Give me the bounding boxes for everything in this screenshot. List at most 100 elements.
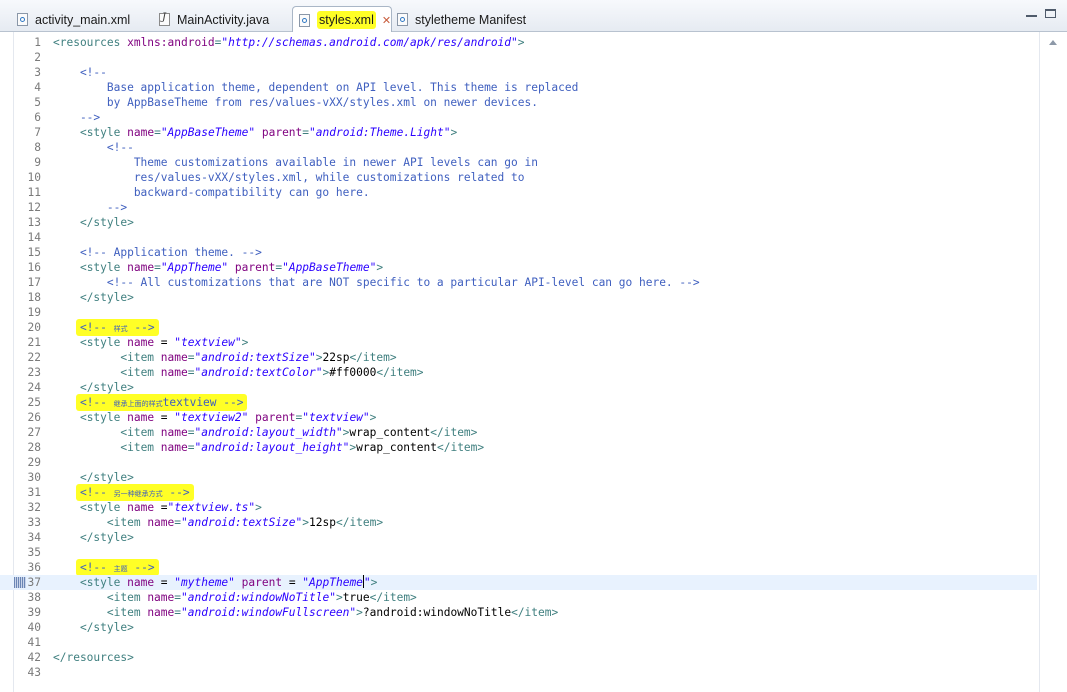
code-text: Theme customizations available in newer … xyxy=(53,156,538,169)
code-line[interactable]: 40 </style> xyxy=(0,620,1037,635)
xml-file-icon xyxy=(397,13,408,26)
code-line[interactable]: 19 xyxy=(0,305,1037,320)
code-line[interactable]: 11 backward-compatibility can go here. xyxy=(0,185,1037,200)
code-line[interactable]: 39 <item name="android:windowFullscreen"… xyxy=(0,605,1037,620)
line-number: 32 xyxy=(27,501,41,514)
line-number: 24 xyxy=(27,381,41,394)
line-number: 30 xyxy=(27,471,41,484)
code-line[interactable]: 36 <!-- 主题 --> xyxy=(0,559,1037,576)
scroll-up-arrow-icon[interactable] xyxy=(1049,40,1057,45)
code-line[interactable]: 18 </style> xyxy=(0,290,1037,305)
line-number: 8 xyxy=(34,141,41,154)
code-line[interactable]: 28 <item name="android:layout_height">wr… xyxy=(0,440,1037,455)
line-number: 5 xyxy=(34,96,41,109)
code-line[interactable]: 15 <!-- Application theme. --> xyxy=(0,245,1037,260)
code-line[interactable]: 5 by AppBaseTheme from res/values-vXX/st… xyxy=(0,95,1037,110)
line-number: 14 xyxy=(27,231,41,244)
code-line[interactable]: 9 Theme customizations available in newe… xyxy=(0,155,1037,170)
tab-styletheme-manifest[interactable]: styletheme Manifest xyxy=(388,6,538,32)
line-number: 25 xyxy=(27,396,41,409)
code-line[interactable]: 29 xyxy=(0,455,1037,470)
xml-file-icon xyxy=(17,13,28,26)
line-number: 38 xyxy=(27,591,41,604)
code-text: </style> xyxy=(79,621,134,634)
code-text: <item name="android:textColor">#ff0000</… xyxy=(120,366,424,379)
code-line[interactable]: 34 </style> xyxy=(0,530,1037,545)
tab-mainactivity-java[interactable]: MainActivity.java xyxy=(146,6,292,32)
code-text: <style name ="textview.ts"> xyxy=(79,501,262,514)
code-line[interactable]: 2 xyxy=(0,50,1037,65)
code-text: <!-- All customizations that are NOT spe… xyxy=(53,276,700,289)
code-text: backward-compatibility can go here. xyxy=(53,186,370,199)
code-text: --> xyxy=(53,201,128,214)
highlighted-comment: <!-- 主题 --> xyxy=(75,559,159,576)
code-text: </style> xyxy=(79,471,134,484)
code-line[interactable]: 12 --> xyxy=(0,200,1037,215)
code-line[interactable]: 21 <style name = "textview"> xyxy=(0,335,1037,350)
code-line[interactable]: 38 <item name="android:windowNoTitle">tr… xyxy=(0,590,1037,605)
minimize-icon[interactable] xyxy=(1026,8,1037,17)
code-line[interactable]: 35 xyxy=(0,545,1037,560)
line-number: 34 xyxy=(27,531,41,544)
line-number: 28 xyxy=(27,441,41,454)
line-number: 37 xyxy=(27,576,41,589)
code-line[interactable]: 24 </style> xyxy=(0,380,1037,395)
code-text: --> xyxy=(53,111,101,124)
code-text: by AppBaseTheme from res/values-vXX/styl… xyxy=(53,96,538,109)
code-line[interactable]: 8 <!-- xyxy=(0,140,1037,155)
code-line[interactable]: 17 <!-- All customizations that are NOT … xyxy=(0,275,1037,290)
code-line[interactable]: 41 xyxy=(0,635,1037,650)
tab-activity-main-xml[interactable]: activity_main.xml xyxy=(4,6,144,32)
line-number: 19 xyxy=(27,306,41,319)
code-line[interactable]: 42 </resources> xyxy=(0,650,1037,665)
code-line[interactable]: 32 <style name ="textview.ts"> xyxy=(0,500,1037,515)
line-number: 3 xyxy=(34,66,41,79)
code-line[interactable]: 31 <!-- 另一种继承方式 --> xyxy=(0,484,1037,501)
code-line[interactable]: 26 <style name = "textview2" parent="tex… xyxy=(0,410,1037,425)
line-number: 21 xyxy=(27,336,41,349)
code-text: </style> xyxy=(79,216,134,229)
line-number: 29 xyxy=(27,456,41,469)
code-line[interactable]: 3 <!-- xyxy=(0,65,1037,80)
code-line[interactable]: 37 <style name = "mytheme" parent = "App… xyxy=(0,575,1037,590)
line-number: 40 xyxy=(27,621,41,634)
code-line[interactable]: 27 <item name="android:layout_width">wra… xyxy=(0,425,1037,440)
code-line[interactable]: 25 <!-- 继承上面的样式textview --> xyxy=(0,394,1037,411)
code-line[interactable]: 23 <item name="android:textColor">#ff000… xyxy=(0,365,1037,380)
code-text: <item name="android:layout_width">wrap_c… xyxy=(120,426,478,439)
tab-label: MainActivity.java xyxy=(177,12,270,27)
code-line[interactable]: 1 <resources xmlns:android="http://schema… xyxy=(0,35,1037,50)
code-line[interactable]: 30 </style> xyxy=(0,470,1037,485)
tab-styles-xml[interactable]: styles.xml ✕ xyxy=(292,6,392,33)
code-line[interactable]: 13 </style> xyxy=(0,215,1037,230)
vertical-scrollbar[interactable] xyxy=(1039,32,1067,692)
line-number: 16 xyxy=(27,261,41,274)
code-line[interactable]: 33 <item name="android:textSize">12sp</i… xyxy=(0,515,1037,530)
code-line[interactable]: 6 --> xyxy=(0,110,1037,125)
line-number: 20 xyxy=(27,321,41,334)
code-line[interactable]: 43 xyxy=(0,665,1037,680)
xml-source-editor[interactable]: 1 <resources xmlns:android="http://schema… xyxy=(0,32,1067,692)
line-number: 9 xyxy=(34,156,41,169)
line-number: 33 xyxy=(27,516,41,529)
code-line[interactable]: 10 res/values-vXX/styles.xml, while cust… xyxy=(0,170,1037,185)
line-number: 1 xyxy=(34,36,41,49)
scrollbar-track[interactable] xyxy=(1046,54,1060,690)
highlighted-comment: <!-- 继承上面的样式textview --> xyxy=(75,394,248,411)
maximize-icon[interactable] xyxy=(1045,9,1056,18)
line-number: 23 xyxy=(27,366,41,379)
line-number: 11 xyxy=(27,186,41,199)
code-line[interactable]: 16 <style name="AppTheme" parent="AppBas… xyxy=(0,260,1037,275)
code-line[interactable]: 14 xyxy=(0,230,1037,245)
java-file-icon xyxy=(159,12,170,26)
code-text: Base application theme, dependent on API… xyxy=(53,81,579,94)
code-line[interactable]: 20 <!-- 样式 --> xyxy=(0,319,1037,336)
line-number: 42 xyxy=(27,651,41,664)
code-line[interactable]: 4 Base application theme, dependent on A… xyxy=(0,80,1037,95)
line-number: 7 xyxy=(34,126,41,139)
code-line[interactable]: 22 <item name="android:textSize">22sp</i… xyxy=(0,350,1037,365)
line-number: 39 xyxy=(27,606,41,619)
code-line[interactable]: 7 <style name="AppBaseTheme" parent="and… xyxy=(0,125,1037,140)
code-text: res/values-vXX/styles.xml, while customi… xyxy=(53,171,525,184)
code-text: <style name = "mytheme" parent = "AppThe… xyxy=(79,575,378,589)
